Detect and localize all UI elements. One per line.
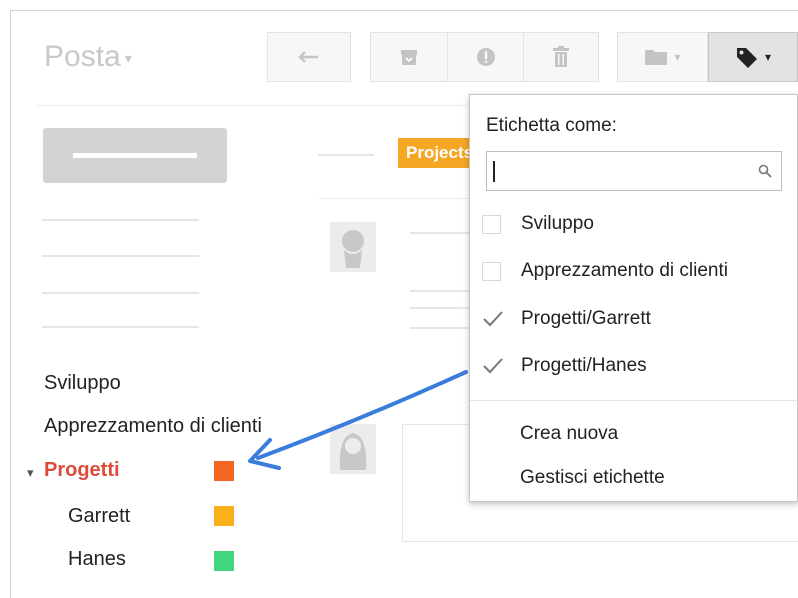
create-label-link[interactable]: Crea nuova: [520, 423, 618, 445]
label-option-apprezzamento[interactable]: Apprezzamento di clienti: [470, 252, 798, 296]
label-option-progetti-garrett[interactable]: Progetti/Garrett: [470, 300, 798, 344]
label-option-text: Apprezzamento di clienti: [521, 260, 728, 281]
text-cursor: [493, 161, 495, 182]
checkmark-icon[interactable]: [482, 310, 504, 328]
label-option-text: Progetti/Garrett: [521, 308, 651, 329]
menu-title: Etichetta come:: [486, 115, 617, 136]
label-option-sviluppo[interactable]: Sviluppo: [470, 205, 798, 249]
manage-labels-link[interactable]: Gestisci etichette: [520, 467, 665, 489]
label-option-progetti-hanes[interactable]: Progetti/Hanes: [470, 347, 798, 391]
checkmark-icon[interactable]: [482, 357, 504, 375]
label-search-input[interactable]: [486, 151, 782, 191]
search-icon: [758, 164, 772, 178]
label-as-menu: Etichetta come: Sviluppo Apprezzamento d…: [469, 94, 798, 502]
checkbox[interactable]: [482, 215, 501, 234]
label-option-text: Progetti/Hanes: [521, 355, 647, 376]
label-option-text: Sviluppo: [521, 213, 594, 234]
menu-divider: [470, 400, 797, 401]
checkbox[interactable]: [482, 262, 501, 281]
